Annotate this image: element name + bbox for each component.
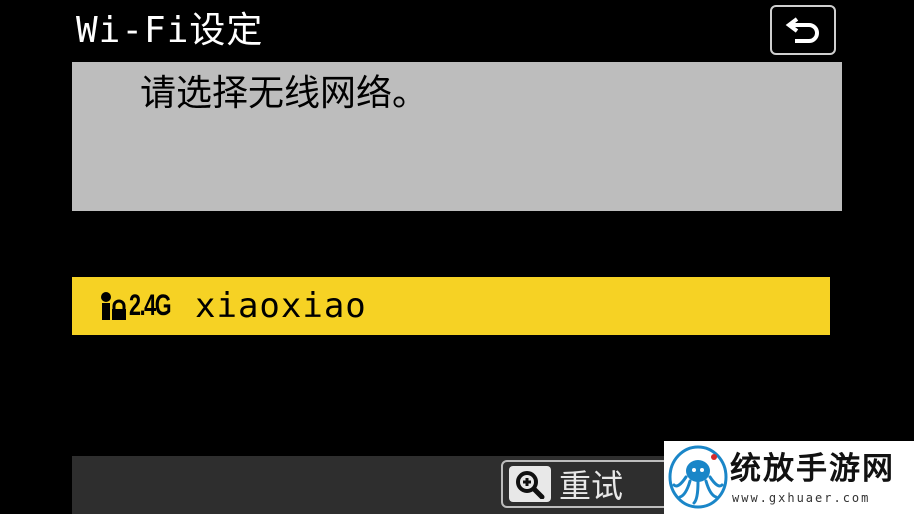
instruction-text: 请选择无线网络。 — [140, 73, 429, 114]
message-panel: 请选择无线网络。 — [72, 62, 842, 211]
octopus-logo-icon — [668, 445, 728, 509]
retry-label: 重试 — [559, 467, 624, 505]
lock-user-icon — [100, 290, 128, 322]
watermark: 统放手游网 www.gxhuaer.com — [664, 441, 914, 514]
band-label: 2.4G — [129, 289, 172, 322]
return-arrow-icon — [785, 17, 819, 43]
zoom-in-icon — [509, 466, 551, 502]
header: Wi-Fi设定 — [0, 0, 914, 62]
network-list-item[interactable]: 2.4G xiaoxiao — [72, 277, 830, 335]
back-button[interactable] — [770, 5, 836, 55]
ssid-label: xiaoxiao — [195, 286, 367, 326]
page-title: Wi-Fi设定 — [76, 10, 264, 51]
watermark-url: www.gxhuaer.com — [732, 491, 871, 505]
camera-screen: Wi-Fi设定 请选择无线网络。 2.4G xiaoxiao 重试 统放手游网 … — [0, 0, 914, 514]
watermark-title: 统放手游网 — [730, 451, 895, 487]
